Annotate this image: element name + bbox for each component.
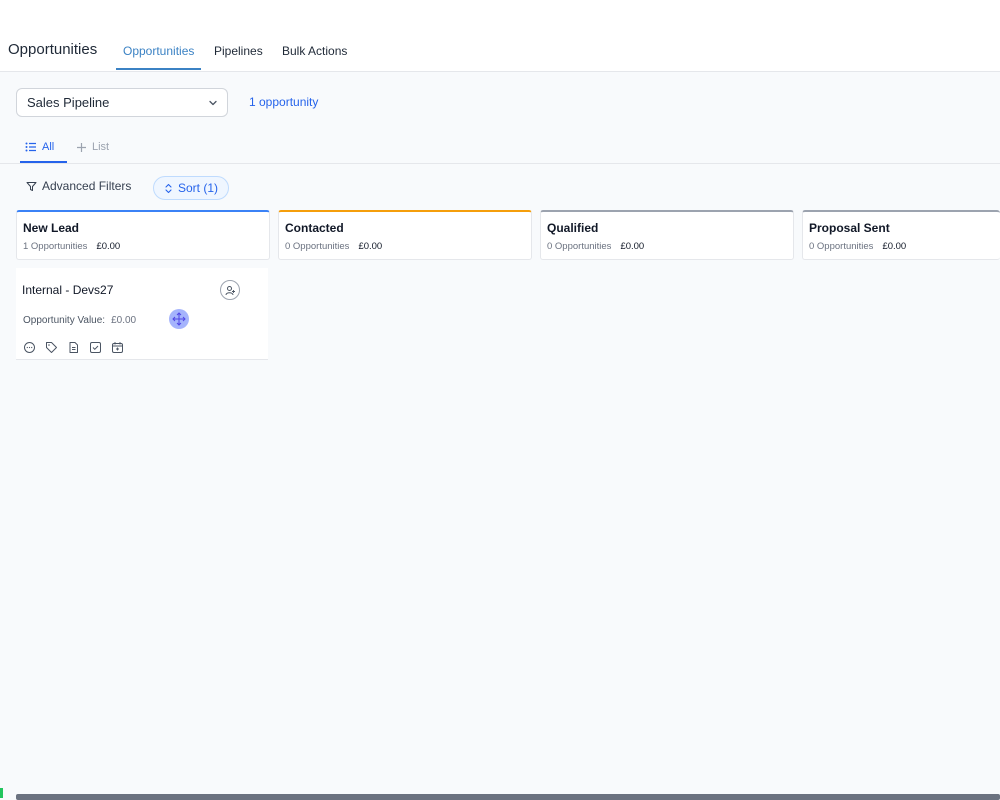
opportunity-value: £0.00	[111, 315, 137, 326]
column-title: Proposal Sent	[809, 221, 890, 235]
opportunity-card[interactable]: Internal - Devs27 Opportunity Value: £0.…	[16, 268, 268, 360]
plus-icon	[77, 142, 86, 152]
column-new-lead: New Lead 1 Opportunities £0.00	[16, 210, 270, 260]
column-title: Contacted	[285, 221, 344, 235]
opportunity-count: 1 opportunity	[249, 95, 319, 109]
sort-label: Sort (1)	[178, 181, 219, 195]
column-title: Qualified	[547, 221, 599, 235]
active-view-indicator	[20, 161, 67, 163]
tag-icon[interactable]	[45, 341, 58, 354]
column-count: 0 Opportunities	[809, 241, 874, 252]
opportunity-value-label: Opportunity Value:	[23, 315, 106, 326]
sort-button[interactable]: Sort (1)	[153, 176, 230, 200]
sort-icon	[165, 183, 172, 193]
assign-user-button[interactable]	[220, 280, 240, 300]
checkbox-icon[interactable]	[89, 341, 102, 354]
column-proposal-sent: Proposal Sent 0 Opportunities £0.00	[802, 210, 1000, 260]
filter-icon	[26, 181, 37, 191]
opportunity-title: Internal - Devs27	[22, 283, 114, 297]
advanced-filters-label: Advanced Filters	[42, 179, 132, 193]
status-indicator	[0, 788, 3, 798]
active-tab-indicator	[116, 68, 201, 70]
column-title: New Lead	[23, 221, 80, 235]
pipeline-select[interactable]: Sales Pipeline	[16, 88, 228, 117]
tab-pipelines[interactable]: Pipelines	[214, 44, 263, 58]
user-add-icon	[225, 285, 235, 295]
document-icon[interactable]	[67, 341, 80, 354]
column-contacted: Contacted 0 Opportunities £0.00	[278, 210, 532, 260]
column-count: 0 Opportunities	[285, 241, 350, 252]
list-icon	[25, 142, 36, 152]
calendar-icon[interactable]	[111, 341, 124, 354]
pipeline-select-value: Sales Pipeline	[27, 95, 110, 110]
column-count: 0 Opportunities	[547, 241, 612, 252]
tab-opportunities[interactable]: Opportunities	[123, 44, 194, 58]
column-count: 1 Opportunities	[23, 241, 88, 252]
view-tab-list-label: List	[92, 141, 110, 153]
view-tab-all[interactable]: All	[25, 141, 54, 153]
view-tab-all-label: All	[42, 141, 55, 153]
view-tab-add-list[interactable]: List	[76, 141, 109, 153]
column-amount: £0.00	[882, 241, 907, 252]
column-amount: £0.00	[96, 241, 121, 252]
column-amount: £0.00	[358, 241, 383, 252]
tab-bulk-actions[interactable]: Bulk Actions	[282, 44, 347, 58]
chat-icon[interactable]	[23, 341, 36, 354]
move-icon	[172, 312, 186, 326]
advanced-filters-button[interactable]: Advanced Filters	[26, 179, 131, 193]
top-bar: Opportunities Opportunities Pipelines Bu…	[0, 0, 1000, 72]
column-amount: £0.00	[620, 241, 645, 252]
drag-handle[interactable]	[169, 309, 189, 329]
page-title: Opportunities	[8, 41, 98, 58]
view-tabs: All List	[0, 132, 1000, 164]
chevron-down-icon	[209, 100, 217, 106]
horizontal-scrollbar[interactable]	[16, 794, 1000, 800]
column-qualified: Qualified 0 Opportunities £0.00	[540, 210, 794, 260]
